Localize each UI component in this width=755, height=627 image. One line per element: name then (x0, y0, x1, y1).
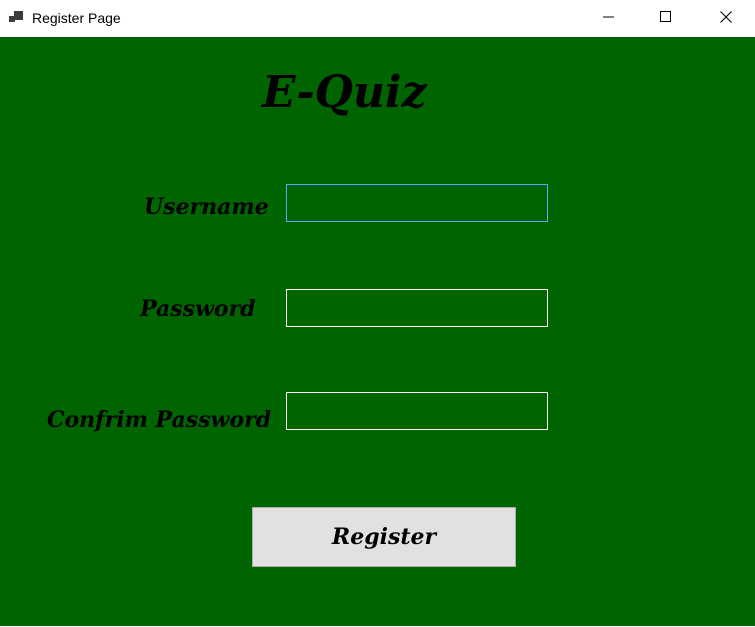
username-input[interactable] (286, 184, 548, 222)
close-button[interactable] (697, 0, 754, 37)
maximize-icon (659, 10, 672, 28)
forms-app-icon (9, 10, 25, 26)
username-label: Username (144, 194, 269, 220)
register-window: Register Page E-Quiz Username Password C… (0, 0, 755, 627)
brand-title: E-Quiz (262, 67, 427, 118)
register-form: E-Quiz Username Password Confrim Passwor… (0, 37, 755, 626)
window-title: Register Page (32, 10, 121, 26)
register-button-label: Register (331, 524, 437, 550)
confirm-password-input[interactable] (286, 392, 548, 430)
minimize-button[interactable] (580, 0, 637, 37)
close-icon (719, 10, 732, 28)
minimize-icon (602, 10, 615, 28)
title-bar[interactable]: Register Page (0, 0, 755, 37)
confirm-password-label: Confrim Password (47, 407, 272, 433)
maximize-button[interactable] (637, 0, 694, 37)
password-input[interactable] (286, 289, 548, 327)
password-label: Password (140, 296, 256, 322)
register-button[interactable]: Register (252, 507, 516, 567)
